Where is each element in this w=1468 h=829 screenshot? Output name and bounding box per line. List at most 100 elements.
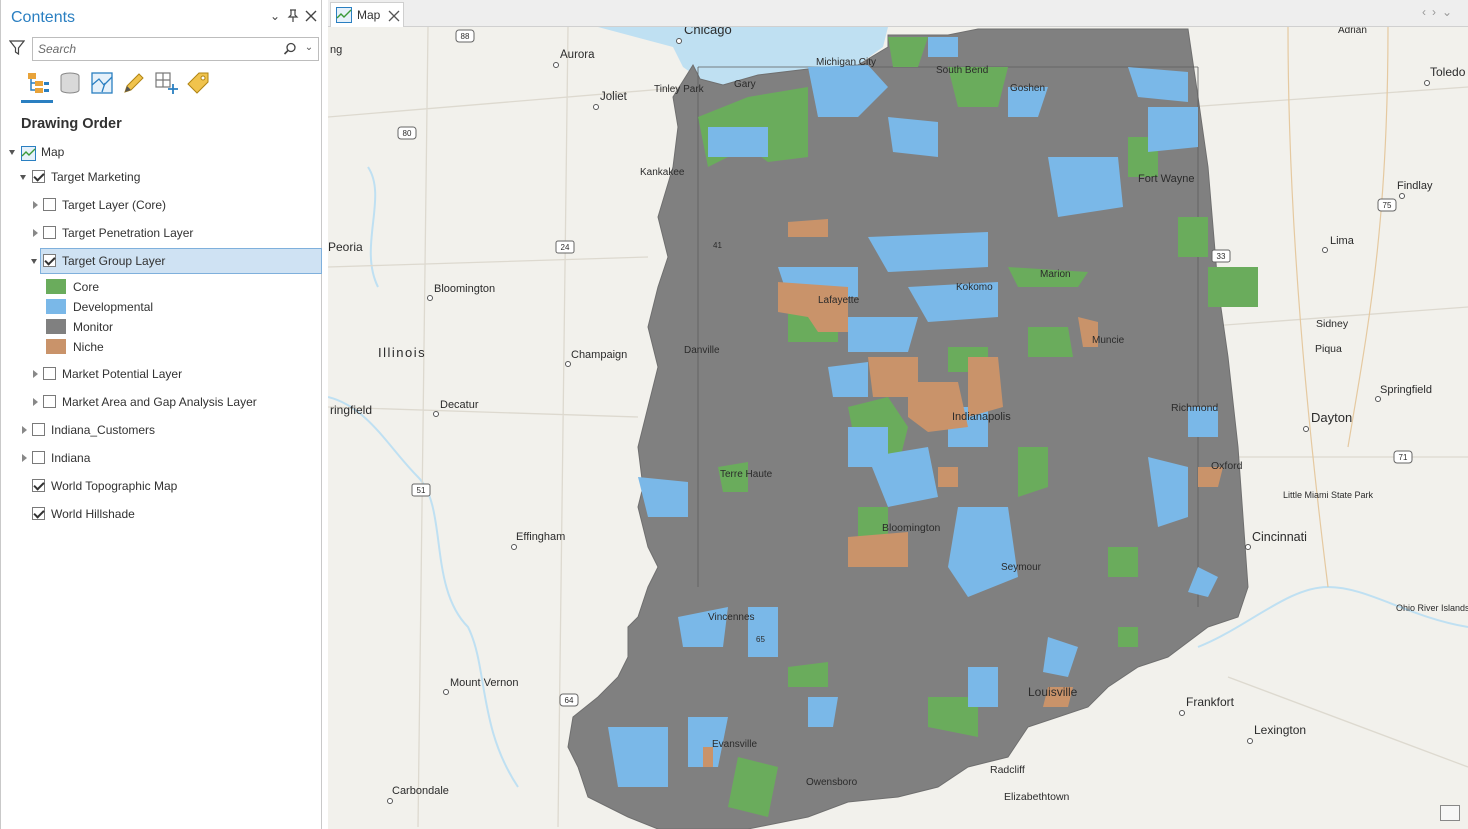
- shield-24: 24: [555, 240, 575, 254]
- label-aurora: Aurora: [560, 49, 595, 61]
- label-lima: Lima: [1330, 235, 1355, 247]
- shield-41-label: 41: [713, 241, 722, 250]
- label-decatur: Decatur: [440, 399, 479, 411]
- list-by-labeling-icon[interactable]: [185, 70, 211, 96]
- shield-80: 80: [397, 126, 417, 140]
- label-bloomington-in: Bloomington: [882, 522, 941, 534]
- label-michigan-city: Michigan City: [816, 57, 876, 68]
- label-springfield-oh: Springfield: [1380, 384, 1432, 396]
- label-indianapolis: Indianapolis: [952, 411, 1011, 423]
- map-icon: [336, 7, 352, 23]
- label-mount-vernon: Mount Vernon: [450, 677, 519, 689]
- label-kokomo: Kokomo: [956, 282, 993, 293]
- layer-label: World Hillshade: [51, 507, 135, 521]
- label-findlay: Findlay: [1397, 180, 1433, 192]
- list-by-selection-icon[interactable]: [89, 70, 115, 96]
- label-piqua: Piqua: [1315, 343, 1342, 355]
- layer-row-market-area-gap[interactable]: Market Area and Gap Analysis Layer: [1, 389, 321, 415]
- expand-target-group-icon[interactable]: [31, 259, 37, 264]
- label-evansville: Evansville: [712, 739, 757, 750]
- visibility-checkbox[interactable]: [32, 479, 45, 492]
- expand-indiana-customers-icon[interactable]: [22, 426, 27, 434]
- label-radcliff: Radcliff: [990, 764, 1025, 776]
- label-fort-wayne: Fort Wayne: [1138, 173, 1194, 185]
- visibility-checkbox[interactable]: [32, 451, 45, 464]
- label-terre-haute: Terre Haute: [720, 469, 773, 480]
- expand-market-potential-icon[interactable]: [33, 370, 38, 378]
- map-icon: [21, 144, 36, 161]
- visibility-checkbox[interactable]: [32, 170, 45, 183]
- shield-71: 71: [1393, 450, 1413, 464]
- label-cincinnati: Cincinnati: [1252, 530, 1307, 544]
- visibility-checkbox[interactable]: [32, 423, 45, 436]
- label-springfield-il: ringfield: [330, 403, 372, 417]
- label-adrian: Adrian: [1338, 27, 1367, 36]
- search-options-chevron-icon[interactable]: ⌄: [303, 42, 315, 56]
- expand-target-layer-core-icon[interactable]: [33, 201, 38, 209]
- pin-icon[interactable]: [286, 9, 300, 23]
- list-by-data-source-icon[interactable]: [57, 70, 83, 96]
- tab-scroll-arrows[interactable]: ‹›⌄: [1422, 5, 1458, 19]
- layer-row-target-penetration[interactable]: Target Penetration Layer: [1, 220, 321, 246]
- layer-row-map[interactable]: Map: [1, 139, 321, 165]
- filter-icon[interactable]: [8, 40, 26, 56]
- shield-75: 75: [1377, 198, 1397, 212]
- legend-swatch-developmental: [46, 299, 66, 314]
- label-seymour: Seymour: [1001, 562, 1042, 573]
- label-kankakee: Kankakee: [640, 167, 685, 178]
- visibility-checkbox[interactable]: [43, 198, 56, 211]
- label-marion: Marion: [1040, 269, 1071, 280]
- layer-row-market-potential[interactable]: Market Potential Layer: [1, 361, 321, 387]
- label-danville: Danville: [684, 345, 720, 356]
- expand-target-marketing-icon[interactable]: [20, 175, 26, 180]
- contents-title: Contents: [11, 9, 76, 26]
- search-input[interactable]: [33, 38, 273, 60]
- visibility-checkbox[interactable]: [32, 507, 45, 520]
- legend-label-developmental: Developmental: [73, 300, 154, 314]
- attribution-toggle-icon[interactable]: [1440, 805, 1460, 821]
- layer-row-target-layer-core[interactable]: Target Layer (Core): [1, 192, 321, 218]
- list-by-drawing-order-icon[interactable]: [25, 70, 51, 96]
- visibility-checkbox[interactable]: [43, 395, 56, 408]
- tab-strip: Map ‹›⌄: [328, 0, 1468, 27]
- visibility-checkbox[interactable]: [43, 254, 56, 267]
- shield-71-label: 71: [1399, 453, 1408, 462]
- list-by-editing-icon[interactable]: [121, 70, 147, 96]
- chevron-down-icon[interactable]: ⌄: [268, 9, 282, 23]
- label-elizabethtown: Elizabethtown: [1004, 791, 1070, 803]
- contents-toolbar: [21, 68, 221, 104]
- layer-row-target-group[interactable]: Target Group Layer: [1, 248, 321, 274]
- shield-88: 88: [455, 29, 475, 43]
- drawing-order-heading: Drawing Order: [21, 116, 122, 132]
- label-richmond: Richmond: [1171, 402, 1218, 414]
- layer-row-indiana[interactable]: Indiana: [1, 445, 321, 471]
- label-south-bend: South Bend: [936, 65, 988, 76]
- layer-row-indiana-customers[interactable]: Indiana_Customers: [1, 417, 321, 443]
- search-icon[interactable]: [283, 42, 297, 56]
- label-champaign: Champaign: [571, 349, 627, 361]
- map-canvas[interactable]: 88 80 24 33 75 51 71 64 41 65 Chicago Au…: [328, 27, 1468, 829]
- label-ohio-river-refuge: Ohio River Islands National Wildlife Ref…: [1396, 603, 1468, 613]
- layer-row-world-hillshade[interactable]: World Hillshade: [1, 501, 321, 527]
- expand-indiana-icon[interactable]: [22, 454, 27, 462]
- label-gary: Gary: [734, 79, 756, 90]
- shield-33-label: 33: [1217, 252, 1226, 261]
- label-carbondale: Carbondale: [392, 785, 449, 797]
- label-joliet: Joliet: [600, 91, 628, 103]
- expand-market-area-gap-icon[interactable]: [33, 398, 38, 406]
- search-box[interactable]: ⌄: [32, 37, 319, 61]
- close-tab-icon[interactable]: [388, 6, 400, 25]
- expand-map-icon[interactable]: [9, 150, 15, 155]
- visibility-checkbox[interactable]: [43, 226, 56, 239]
- map-svg[interactable]: 88 80 24 33 75 51 71 64 41 65 Chicago Au…: [328, 27, 1468, 829]
- visibility-checkbox[interactable]: [43, 367, 56, 380]
- list-by-snapping-icon[interactable]: [153, 70, 179, 96]
- layer-label: Map: [41, 145, 65, 159]
- tab-map[interactable]: Map: [330, 2, 404, 27]
- expand-target-penetration-icon[interactable]: [33, 229, 38, 237]
- close-icon[interactable]: [304, 9, 318, 23]
- layer-row-world-topographic[interactable]: World Topographic Map: [1, 473, 321, 499]
- label-illinois: Illinois: [378, 345, 426, 360]
- label-vincennes: Vincennes: [708, 612, 755, 623]
- layer-row-target-marketing[interactable]: Target Marketing: [1, 164, 321, 190]
